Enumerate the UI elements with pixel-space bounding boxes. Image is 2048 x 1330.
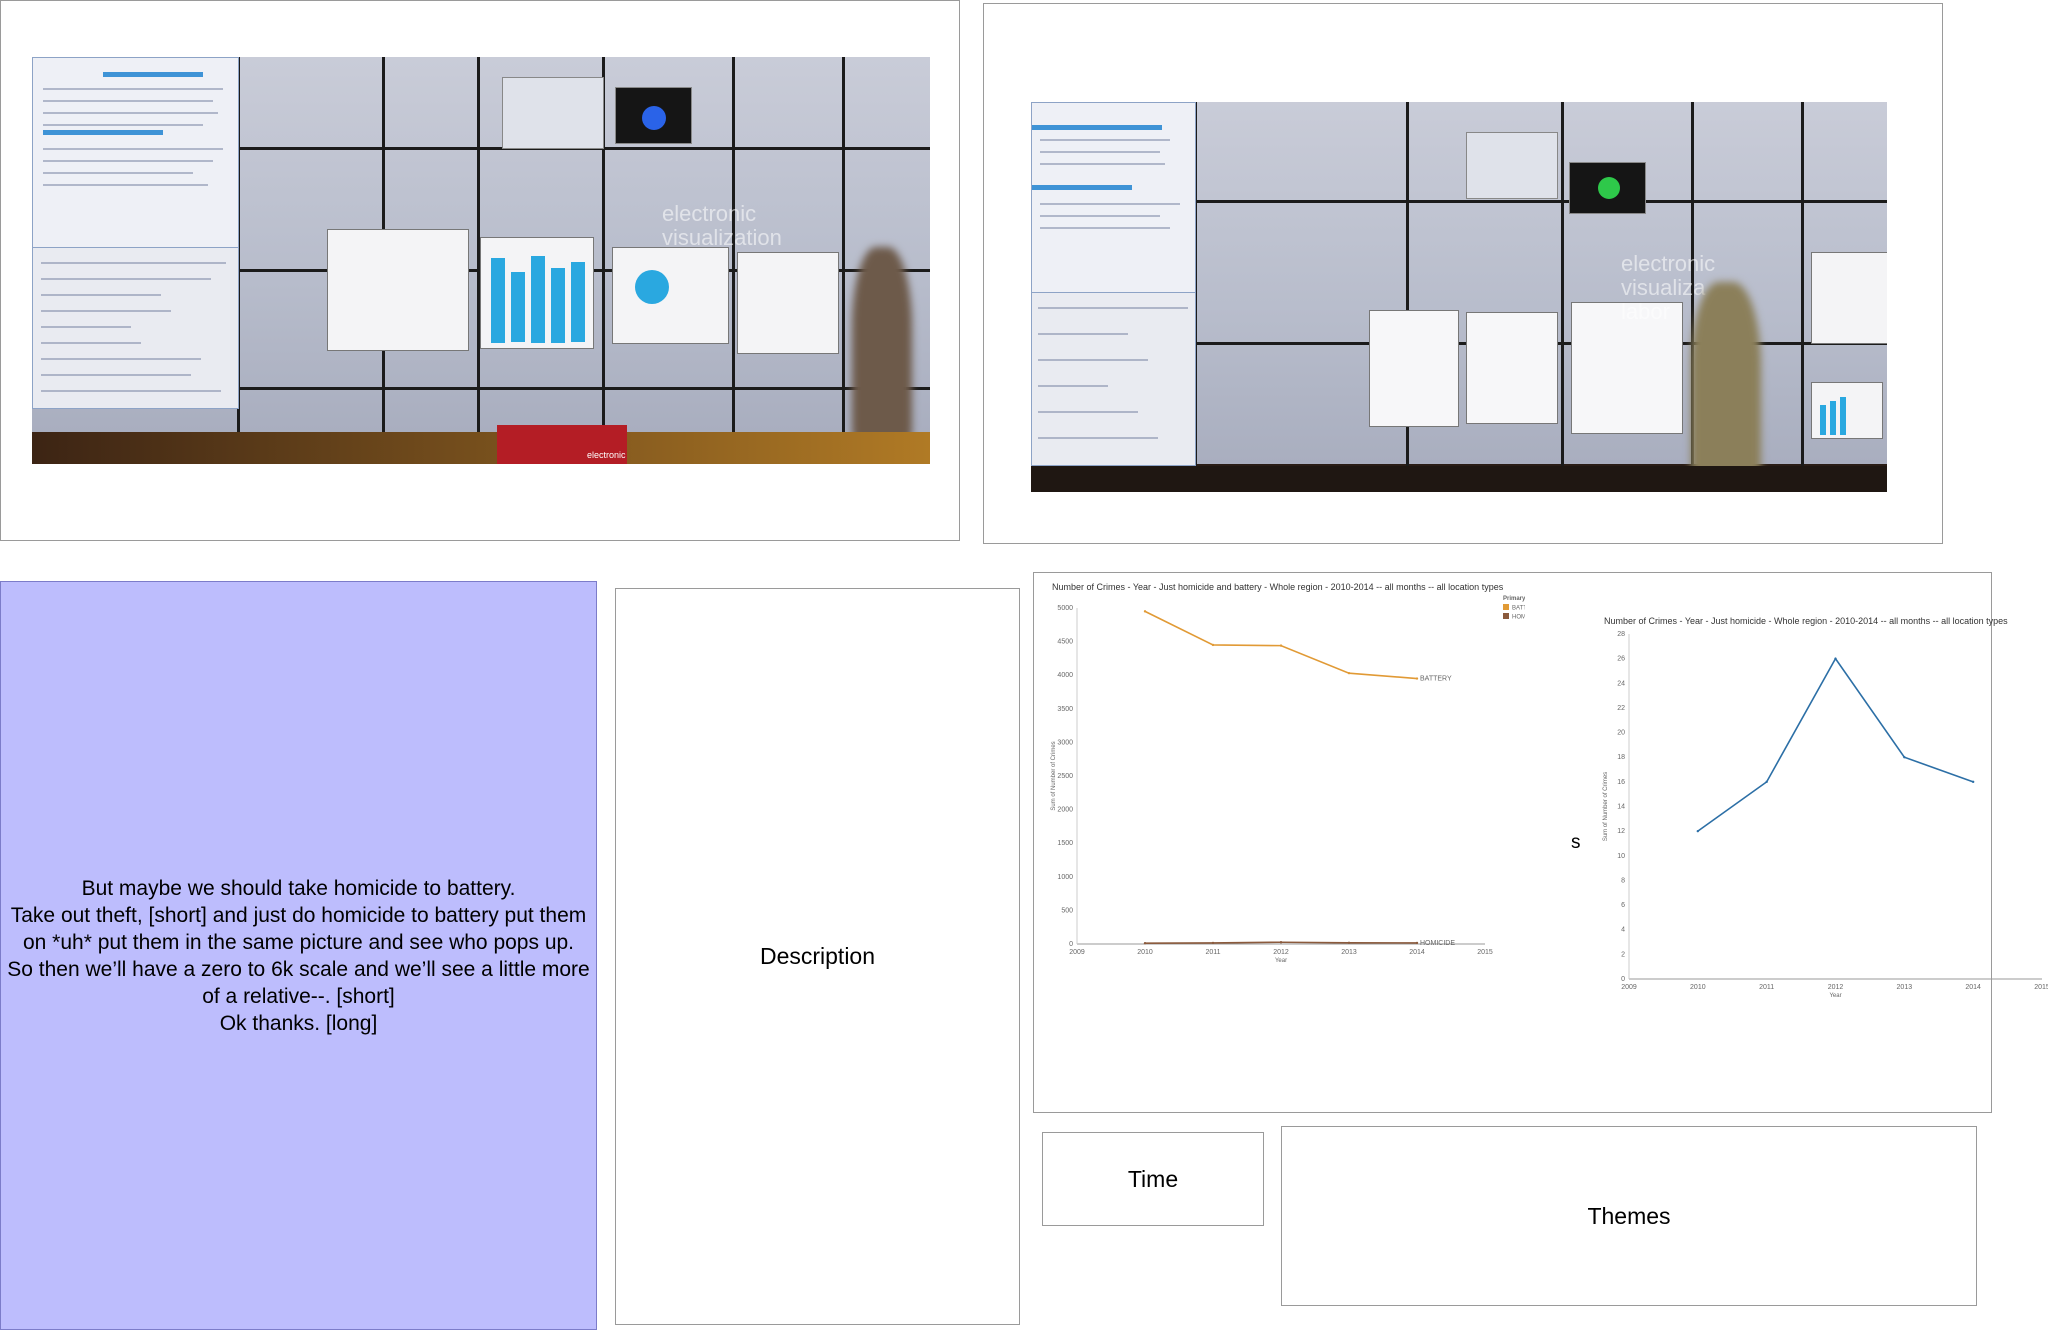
- x-tick-label: 2009: [1069, 949, 1085, 956]
- chart-title: Number of Crimes - Year - Just homicide …: [1052, 582, 1504, 592]
- x-tick-label: 2010: [1690, 984, 1706, 991]
- data-point: [1834, 657, 1837, 660]
- y-tick-label: 8: [1621, 877, 1625, 884]
- x-tick-label: 2009: [1621, 984, 1637, 991]
- chart-separator-label: s: [1571, 832, 1581, 853]
- y-tick-label: 22: [1617, 705, 1625, 712]
- legend-swatch: [1503, 613, 1509, 619]
- themes-box: Themes: [1281, 1126, 1977, 1306]
- data-point: [1347, 941, 1351, 944]
- y-tick-label: 4500: [1057, 639, 1073, 646]
- x-tick-label: 2015: [2034, 984, 2048, 991]
- chart-homicide: Number of Crimes - Year - Just homicide …: [1595, 612, 2048, 1002]
- y-tick-label: 6: [1621, 902, 1625, 909]
- x-tick-label: 2013: [1897, 984, 1913, 991]
- transcript-panel: But maybe we should take homicide to bat…: [0, 581, 597, 1330]
- transcript-line: Take out theft, [short] and just do homi…: [10, 903, 587, 954]
- data-point: [1971, 780, 1975, 784]
- chart-title: Number of Crimes - Year - Just homicide …: [1604, 616, 2008, 626]
- photo-frame-right: electronic visualiza labor: [983, 3, 1943, 544]
- y-tick-label: 12: [1617, 828, 1625, 835]
- y-tick-label: 28: [1617, 631, 1625, 638]
- data-point: [1143, 941, 1147, 945]
- data-point: [1279, 941, 1283, 944]
- transcript-line: But maybe we should take homicide to bat…: [81, 876, 516, 900]
- y-axis-label: Sum of Number of Crimes: [1603, 772, 1609, 841]
- y-axis-label: Sum of Number of Crimes: [1051, 741, 1057, 810]
- data-point: [1211, 941, 1215, 945]
- data-point: [1415, 677, 1419, 680]
- transcript-text: But maybe we should take homicide to bat…: [5, 875, 592, 1037]
- data-point: [1279, 644, 1283, 647]
- wall-display-photo-right: electronic visualiza labor: [1031, 102, 1887, 492]
- data-point: [1347, 671, 1351, 675]
- data-point: [1143, 610, 1147, 613]
- y-tick-label: 18: [1617, 754, 1625, 761]
- y-tick-label: 14: [1617, 804, 1625, 811]
- data-point: [1696, 829, 1700, 833]
- time-label: Time: [1127, 1165, 1179, 1192]
- x-tick-label: 2014: [1409, 949, 1425, 956]
- y-tick-label: 2500: [1057, 773, 1073, 780]
- x-tick-label: 2013: [1341, 949, 1357, 956]
- y-tick-label: 0: [1069, 941, 1073, 948]
- themes-label: Themes: [1587, 1202, 1671, 1229]
- x-tick-label: 2014: [1965, 984, 1981, 991]
- y-tick-label: 16: [1617, 779, 1625, 786]
- y-tick-label: 2000: [1057, 807, 1073, 814]
- data-point: [1765, 780, 1768, 784]
- y-tick-label: 2: [1621, 951, 1625, 958]
- legend-item: HOMICIDE: [1512, 615, 1525, 621]
- chart2-svg: Number of Crimes - Year - Just homicide …: [1603, 616, 2048, 999]
- chart1-svg: Number of Crimes - Year - Just homicide …: [1051, 582, 1542, 964]
- y-tick-label: 0: [1621, 976, 1625, 983]
- x-tick-label: 2011: [1205, 949, 1220, 956]
- x-tick-label: 2011: [1759, 984, 1774, 991]
- y-tick-label: 1000: [1057, 874, 1073, 881]
- y-tick-label: 26: [1617, 656, 1625, 663]
- series-end-label: BATTERY: [1420, 676, 1452, 683]
- legend-item: BATTERY: [1512, 606, 1525, 612]
- x-axis-label: Year: [1829, 993, 1841, 999]
- y-tick-label: 5000: [1057, 605, 1073, 612]
- y-tick-label: 500: [1061, 907, 1073, 914]
- series-line: [1697, 657, 1974, 832]
- y-tick-label: 3500: [1057, 706, 1073, 713]
- y-tick-label: 24: [1617, 680, 1625, 687]
- time-box: Time: [1042, 1132, 1264, 1226]
- y-tick-label: 20: [1617, 730, 1625, 737]
- y-tick-label: 4000: [1057, 672, 1073, 679]
- floor-sign-left: electronic: [587, 450, 626, 460]
- description-box: Description: [615, 588, 1020, 1325]
- transcript-line: Ok thanks. [long]: [219, 1011, 378, 1035]
- legend-swatch: [1503, 604, 1509, 610]
- wall-watermark-left: electronic visualization: [662, 201, 782, 250]
- photo-frame-left: electronic visualization electronic: [0, 0, 960, 541]
- transcript-line: So then we’ll have a zero to 6k scale an…: [7, 957, 590, 1008]
- x-tick-label: 2012: [1273, 949, 1289, 956]
- x-axis-label: Year: [1275, 958, 1287, 964]
- legend-title: Primary Type: [1503, 596, 1525, 602]
- x-tick-label: 2010: [1137, 949, 1153, 956]
- chart-battery-homicide: Number of Crimes - Year - Just homicide …: [1045, 578, 1542, 973]
- x-tick-label: 2012: [1828, 984, 1844, 991]
- y-tick-label: 3000: [1057, 739, 1073, 746]
- data-point: [1903, 756, 1906, 759]
- wall-display-photo-left: electronic visualization electronic: [32, 57, 930, 464]
- y-tick-label: 4: [1621, 927, 1625, 934]
- data-point: [1415, 941, 1419, 945]
- y-tick-label: 1500: [1057, 840, 1073, 847]
- y-tick-label: 10: [1617, 853, 1625, 860]
- series-end-label: HOMICIDE: [1420, 940, 1455, 947]
- description-label: Description: [759, 943, 876, 969]
- x-tick-label: 2015: [1477, 949, 1493, 956]
- data-point: [1211, 643, 1215, 647]
